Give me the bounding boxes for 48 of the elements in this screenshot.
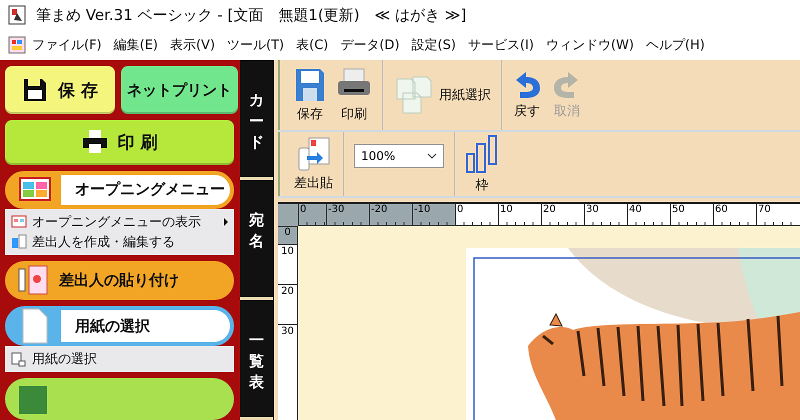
menu-item[interactable]: サービス(I) — [462, 36, 540, 54]
card-icon — [11, 234, 27, 250]
menu-item[interactable]: 差出人を作成・編集する — [11, 232, 228, 251]
sender-card-icon — [17, 265, 49, 296]
toolbar-button[interactable]: 保存 — [294, 67, 326, 123]
menu-item[interactable]: 編集(E) — [108, 36, 164, 54]
ruler-label: 10 — [278, 244, 297, 284]
toolbar-button[interactable]: 用紙選択 — [393, 75, 491, 115]
menu-section-button[interactable]: 用紙の選択 — [5, 306, 234, 346]
menu-item[interactable]: ファイル(F) — [26, 36, 108, 54]
toolbar-button[interactable]: 差出貼 — [294, 136, 333, 192]
window-title: 筆まめ Ver.31 ベーシック - [文面 無題1(更新) ≪ はがき ≫] — [36, 6, 466, 24]
netprint-button[interactable]: ネットプリント — [121, 66, 238, 114]
menu-item[interactable]: 表(C) — [290, 36, 334, 54]
ruler-label: 0 — [278, 226, 297, 244]
menu-item[interactable]: ヘルプ(H) — [640, 36, 711, 54]
ruler-label: -30 — [326, 204, 369, 225]
toolbar-button[interactable]: 戻す — [512, 70, 542, 120]
window-icon — [11, 214, 27, 230]
menu-item[interactable]: ウィンドウ(W) — [540, 36, 640, 54]
menu-section-button[interactable]: 差出人の貼り付け — [5, 260, 234, 300]
save-button[interactable]: 保 存 — [5, 66, 115, 114]
sender-card-icon — [296, 136, 330, 172]
app-logo-icon — [8, 5, 26, 25]
toolbar-button[interactable]: 枠 — [465, 134, 499, 194]
print-button[interactable]: 印 刷 — [5, 120, 234, 165]
menu-section-button[interactable]: オープニングメニュー — [5, 170, 234, 209]
menu-item[interactable]: 表示(V) — [164, 36, 222, 54]
ruler-corner — [278, 204, 298, 226]
ruler-label: 20 — [278, 284, 297, 324]
ruler-label: -10 — [412, 204, 455, 225]
menu-item[interactable]: オープニングメニューの表示 — [11, 212, 228, 231]
chevron-down-icon — [427, 153, 437, 159]
submenu-arrow-icon — [224, 218, 228, 226]
ruler-label: -20 — [369, 204, 412, 225]
ruler-label: 0 — [298, 204, 326, 225]
bar-frames-icon — [465, 134, 499, 174]
text-icon — [17, 384, 49, 414]
printer-icon — [82, 129, 108, 156]
menu-item[interactable]: ツール(T) — [221, 36, 290, 54]
toolbar-button[interactable]: 印刷 — [336, 67, 372, 123]
menu-item[interactable]: データ(D) — [334, 36, 406, 54]
page-icon — [11, 352, 27, 366]
zoom-dropdown[interactable]: 100% — [354, 144, 444, 168]
ruler-label: 30 — [278, 324, 297, 364]
menu-section-button[interactable] — [5, 378, 234, 420]
document-icon — [8, 35, 26, 55]
menu-item[interactable]: 設定(S) — [406, 36, 462, 54]
